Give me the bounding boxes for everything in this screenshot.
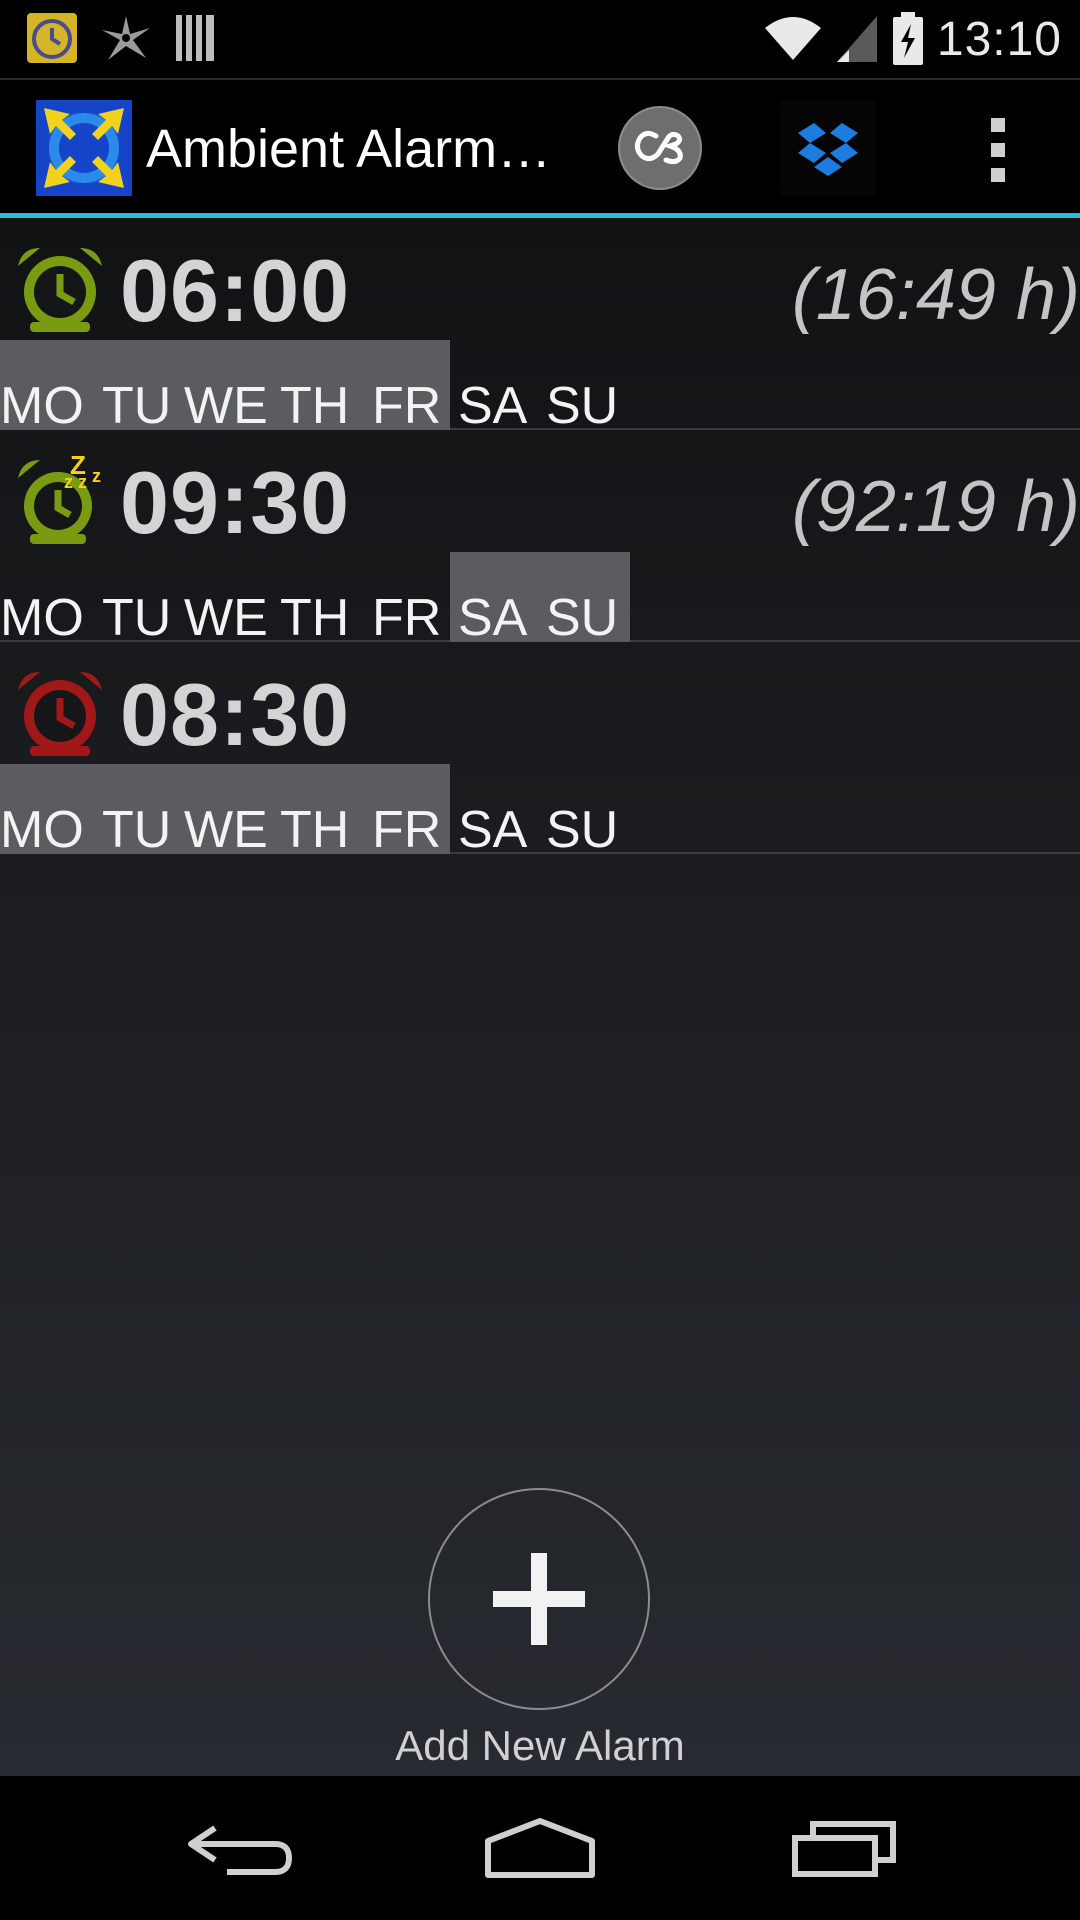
svg-text:z: z — [92, 466, 101, 486]
weekday-selector: MO TU WE TH FR SA SU — [0, 340, 1080, 435]
day-mo[interactable]: MO — [0, 800, 84, 860]
action-bar: Ambient Alarm… — [0, 78, 1080, 216]
day-th[interactable]: TH — [280, 376, 349, 436]
alarm-row[interactable]: 06:00 (16:49 h) MO TU WE TH FR SA SU — [0, 218, 1080, 435]
alarm-clock-red-icon[interactable] — [12, 664, 108, 760]
day-sa[interactable]: SA — [458, 588, 527, 648]
lastfm-button[interactable] — [612, 100, 708, 196]
lastfm-icon — [618, 106, 702, 190]
home-icon — [485, 1818, 595, 1878]
day-mo[interactable]: MO — [0, 588, 84, 648]
plus-icon — [493, 1553, 585, 1645]
svg-text:z: z — [78, 472, 87, 492]
day-th[interactable]: TH — [280, 588, 349, 648]
weekday-selector: MO TU WE TH FR SA SU — [0, 764, 1080, 859]
day-sa[interactable]: SA — [458, 800, 527, 860]
recent-apps-button[interactable] — [774, 1806, 914, 1890]
recent-apps-icon — [792, 1821, 896, 1877]
day-fr[interactable]: FR — [372, 800, 441, 860]
app-logo-icon[interactable] — [36, 100, 132, 196]
day-we[interactable]: WE — [184, 376, 268, 436]
day-tu[interactable]: TU — [102, 588, 171, 648]
navigation-bar — [0, 1776, 1080, 1920]
back-icon — [188, 1825, 293, 1875]
app-title: Ambient Alarm… — [146, 119, 552, 179]
day-tu[interactable]: TU — [102, 800, 171, 860]
back-button[interactable] — [170, 1806, 310, 1890]
alarm-clock-green-zzz-icon[interactable]: Z z z z — [12, 452, 108, 548]
signal-icon — [836, 16, 877, 62]
status-bar: 13:10 — [0, 0, 1080, 78]
day-su[interactable]: SU — [546, 376, 618, 436]
weekday-selector: MO TU WE TH FR SA SU — [0, 552, 1080, 647]
notification-icons — [26, 12, 218, 64]
svg-text:z: z — [64, 472, 73, 492]
day-th[interactable]: TH — [280, 800, 349, 860]
alarm-row[interactable]: Z z z z 09:30 (92:19 h) MO TU WE TH FR S… — [0, 430, 1080, 647]
overflow-menu-icon[interactable] — [982, 118, 1014, 182]
alarm-row[interactable]: 08:30 MO TU WE TH FR SA SU — [0, 642, 1080, 859]
wifi-icon — [764, 17, 821, 60]
add-alarm-label[interactable]: Add New Alarm — [0, 1722, 1080, 1770]
alarm-time: 08:30 — [120, 665, 351, 764]
day-su[interactable]: SU — [546, 588, 618, 648]
day-sa[interactable]: SA — [458, 376, 527, 436]
ninja-star-notification-icon — [102, 16, 150, 60]
day-su[interactable]: SU — [546, 800, 618, 860]
day-tu[interactable]: TU — [102, 376, 171, 436]
day-mo[interactable]: MO — [0, 376, 84, 436]
barcode-notification-icon — [176, 15, 214, 61]
dropbox-button[interactable] — [780, 100, 876, 196]
day-fr[interactable]: FR — [372, 588, 441, 648]
battery-charging-icon — [892, 12, 923, 65]
alarm-clock-notification-icon — [27, 13, 77, 63]
system-status: 13:10 — [763, 0, 1062, 78]
alarm-clock-green-icon[interactable] — [12, 240, 108, 336]
alarm-time: 06:00 — [120, 241, 351, 340]
time-remaining: (16:49 h) — [791, 255, 1080, 335]
day-fr[interactable]: FR — [372, 376, 441, 436]
alarm-time: 09:30 — [120, 453, 351, 552]
add-alarm-button[interactable] — [428, 1488, 650, 1710]
day-we[interactable]: WE — [184, 800, 268, 860]
clock: 13:10 — [936, 12, 1062, 66]
day-we[interactable]: WE — [184, 588, 268, 648]
home-button[interactable] — [470, 1806, 610, 1890]
dropbox-icon — [798, 123, 858, 176]
time-remaining: (92:19 h) — [791, 467, 1080, 547]
